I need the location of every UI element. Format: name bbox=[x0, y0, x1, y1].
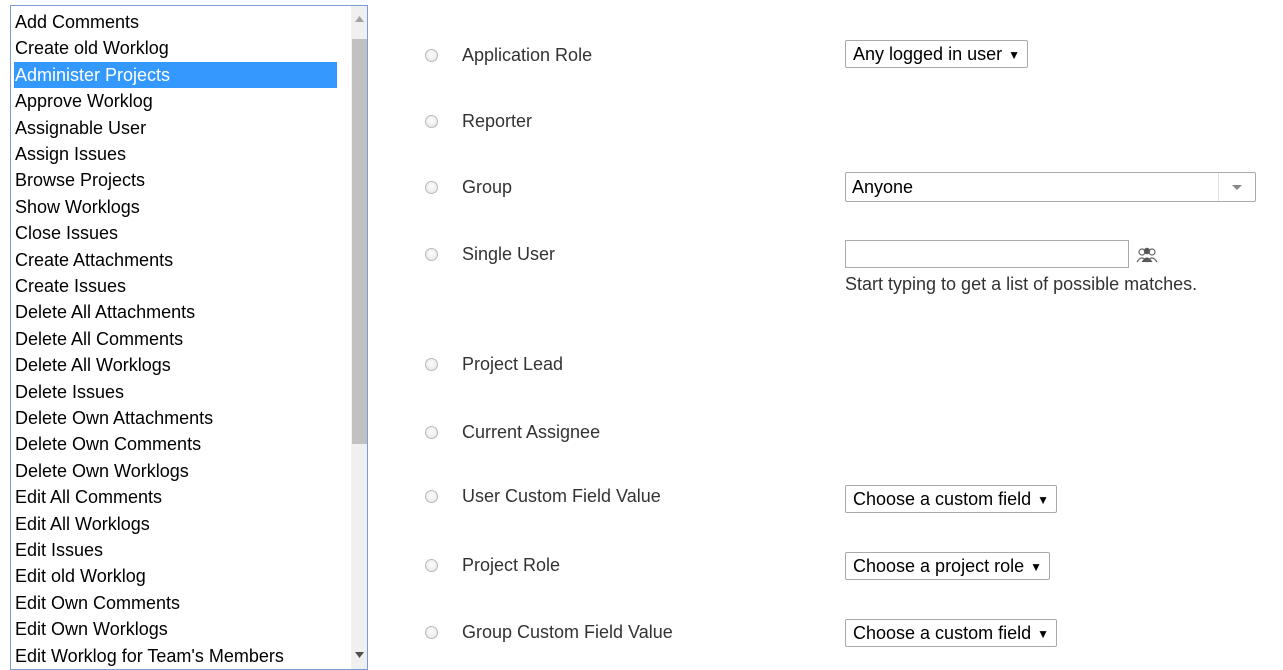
permission-list-item[interactable]: Delete All Attachments bbox=[14, 299, 337, 325]
application-role-select-value: Any logged in user bbox=[853, 44, 1003, 64]
scroll-down-arrow-icon[interactable] bbox=[351, 646, 367, 663]
user-picker-icon[interactable] bbox=[1134, 246, 1160, 264]
group-custom-field-label: Group Custom Field Value bbox=[462, 621, 673, 642]
option-current-assignee[interactable]: Current Assignee bbox=[425, 420, 600, 444]
scroll-up-arrow-icon[interactable] bbox=[351, 10, 367, 27]
current-assignee-label: Current Assignee bbox=[462, 421, 601, 442]
group-custom-field-select-value: Choose a custom field bbox=[853, 623, 1032, 643]
user-custom-field-select-value: Choose a custom field bbox=[853, 489, 1032, 509]
permission-list-item[interactable]: Delete Own Worklogs bbox=[14, 458, 337, 484]
project-role-select-value: Choose a project role bbox=[853, 556, 1025, 576]
group-radio[interactable] bbox=[425, 180, 438, 194]
permission-list-item[interactable]: Edit Own Worklogs bbox=[14, 616, 337, 642]
group-select-value: Anyone bbox=[852, 177, 914, 197]
group-select[interactable]: Anyone bbox=[845, 172, 1256, 202]
permission-list-item[interactable]: Delete Issues bbox=[14, 379, 337, 405]
single-user-label: Single User bbox=[462, 243, 556, 264]
project-lead-radio[interactable] bbox=[425, 357, 438, 371]
option-user-custom-field[interactable]: User Custom Field Value bbox=[425, 484, 661, 508]
option-application-role[interactable]: Application Role bbox=[425, 43, 592, 67]
permission-list-item[interactable]: Add Comments bbox=[14, 9, 337, 35]
permission-list-item[interactable]: Create Attachments bbox=[14, 247, 337, 273]
permission-list-item[interactable]: Delete Own Attachments bbox=[14, 405, 337, 431]
single-user-radio[interactable] bbox=[425, 247, 438, 261]
group-custom-field-select[interactable]: Choose a custom field ▼ bbox=[845, 619, 1057, 647]
option-project-role[interactable]: Project Role bbox=[425, 553, 560, 577]
option-single-user[interactable]: Single User bbox=[425, 242, 555, 266]
user-custom-field-label: User Custom Field Value bbox=[462, 485, 661, 506]
application-role-select[interactable]: Any logged in user ▼ bbox=[845, 40, 1028, 68]
permission-list-item[interactable]: Edit All Worklogs bbox=[14, 511, 337, 537]
permission-list-item[interactable]: Edit All Comments bbox=[14, 484, 337, 510]
permission-list-item[interactable]: Assignable User bbox=[14, 115, 337, 141]
permission-list-item[interactable]: Edit Issues bbox=[14, 537, 337, 563]
project-role-radio[interactable] bbox=[425, 558, 438, 572]
project-lead-label: Project Lead bbox=[462, 353, 564, 374]
chevron-down-icon bbox=[1232, 185, 1242, 190]
permission-list-item[interactable]: Show Worklogs bbox=[14, 194, 337, 220]
project-role-select[interactable]: Choose a project role ▼ bbox=[845, 552, 1050, 580]
option-group[interactable]: Group bbox=[425, 175, 512, 199]
group-custom-field-radio[interactable] bbox=[425, 625, 438, 639]
application-role-radio[interactable] bbox=[425, 48, 438, 62]
permission-list-item[interactable]: Edit Worklog for Team's Members bbox=[14, 643, 337, 669]
user-custom-field-select[interactable]: Choose a custom field ▼ bbox=[845, 485, 1057, 513]
dropdown-arrow-icon: ▼ bbox=[1037, 627, 1049, 641]
listbox-scrollbar[interactable] bbox=[351, 6, 367, 669]
user-custom-field-radio[interactable] bbox=[425, 489, 438, 503]
permission-list-item[interactable]: Edit old Worklog bbox=[14, 563, 337, 589]
permission-list-item[interactable]: Administer Projects bbox=[14, 61, 337, 88]
permission-list-item[interactable]: Browse Projects bbox=[14, 167, 337, 193]
reporter-radio[interactable] bbox=[425, 114, 438, 128]
dropdown-arrow-icon: ▼ bbox=[1008, 48, 1020, 62]
option-project-lead[interactable]: Project Lead bbox=[425, 352, 563, 376]
permission-list-item[interactable]: Assign Issues bbox=[14, 141, 337, 167]
permission-list-item[interactable]: Delete Own Comments bbox=[14, 431, 337, 457]
permission-list-item[interactable]: Delete All Worklogs bbox=[14, 352, 337, 378]
scrollbar-thumb[interactable] bbox=[352, 39, 367, 444]
permissions-listbox[interactable]: Add Comments Create old Worklog Administer… bbox=[10, 5, 368, 670]
permission-list-item[interactable]: Delete All Comments bbox=[14, 326, 337, 352]
current-assignee-radio[interactable] bbox=[425, 425, 438, 439]
option-reporter[interactable]: Reporter bbox=[425, 109, 532, 133]
group-label: Group bbox=[462, 176, 513, 197]
option-group-custom-field[interactable]: Group Custom Field Value bbox=[425, 620, 673, 644]
permission-list-item[interactable]: Create old Worklog bbox=[14, 35, 337, 61]
single-user-input[interactable] bbox=[845, 240, 1129, 268]
dropdown-arrow-icon: ▼ bbox=[1030, 560, 1042, 574]
select-divider bbox=[1218, 173, 1219, 201]
dropdown-arrow-icon: ▼ bbox=[1037, 493, 1049, 507]
project-role-label: Project Role bbox=[462, 554, 561, 575]
permission-list-item[interactable]: Edit Own Comments bbox=[14, 590, 337, 616]
permission-list-item[interactable]: Approve Worklog bbox=[14, 88, 337, 114]
permission-list-item[interactable]: Close Issues bbox=[14, 220, 337, 246]
reporter-label: Reporter bbox=[462, 110, 533, 131]
application-role-label: Application Role bbox=[462, 44, 593, 65]
permission-list-item[interactable]: Create Issues bbox=[14, 273, 337, 299]
single-user-hint: Start typing to get a list of possible m… bbox=[845, 274, 1198, 294]
